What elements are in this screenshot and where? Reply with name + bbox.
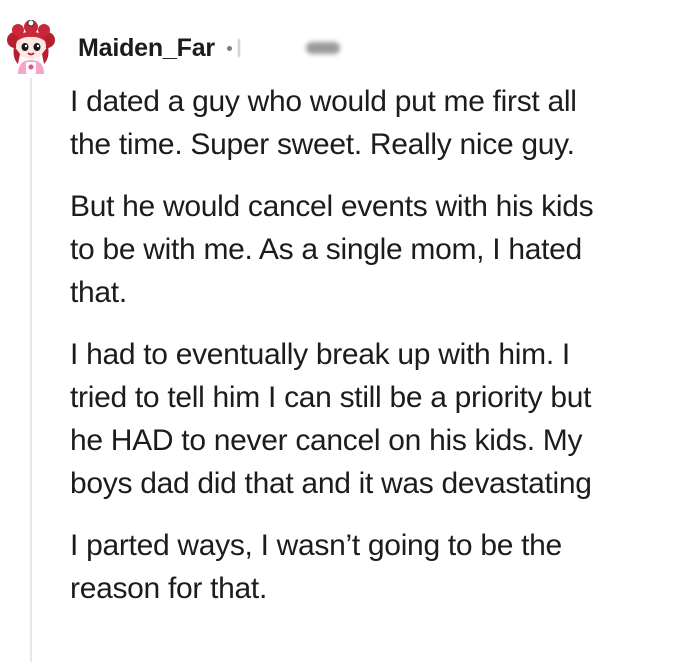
text-line: reason for that.: [70, 572, 267, 605]
comment-paragraph: But he would cancel events with his kids…: [70, 185, 695, 314]
comment: Maiden_Far I dated a guy who would put m…: [0, 0, 700, 662]
comment-header: Maiden_Far: [78, 28, 340, 68]
text-line: I dated a guy who would put me first all: [70, 85, 577, 118]
text-line: to be with me. As a single mom, I hated: [70, 233, 582, 266]
text-line: boys dad did that and it was devastating: [70, 467, 592, 500]
snoo-avatar-icon: [7, 19, 55, 74]
text-line: But he would cancel events with his kids: [70, 190, 594, 223]
text-line: I had to eventually break up with him. I: [70, 338, 570, 371]
thread-line[interactable]: [30, 78, 32, 662]
text-line: the time. Super sweet. Really nice guy.: [70, 128, 575, 161]
username[interactable]: Maiden_Far: [78, 34, 215, 63]
text-line: that.: [70, 276, 127, 309]
blurred-timestamp: [305, 42, 340, 54]
text-line: I parted ways, I wasn’t going to be the: [70, 529, 562, 562]
blurred-mark: [237, 39, 240, 57]
text-line: tried to tell him I can still be a prior…: [70, 381, 592, 414]
comment-paragraph: I parted ways, I wasn’t going to be the …: [70, 524, 695, 610]
comment-paragraph: I dated a guy who would put me first all…: [70, 80, 695, 166]
separator-dot: [226, 45, 232, 51]
text-line: he HAD to never cancel on his kids. My: [70, 424, 583, 457]
comment-paragraph: I had to eventually break up with him. I…: [70, 333, 695, 505]
avatar[interactable]: [6, 19, 56, 74]
comment-body: I dated a guy who would put me first all…: [70, 80, 695, 629]
